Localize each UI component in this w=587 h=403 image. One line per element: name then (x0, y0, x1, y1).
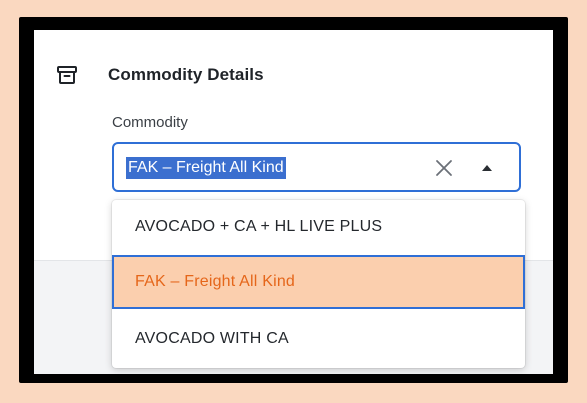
commodity-field-label: Commodity (112, 114, 188, 131)
dropdown-option-fak-freight-all-kind[interactable]: FAK – Freight All Kind (112, 255, 525, 309)
commodity-dropdown-menu: AVOCADO + CA + HL LIVE PLUS FAK – Freigh… (112, 200, 525, 368)
archive-icon (56, 64, 78, 86)
commodity-panel: Commodity Details Commodity FAK – Freigh… (34, 30, 553, 374)
dropdown-option-avocado-ca-hl-live-plus[interactable]: AVOCADO + CA + HL LIVE PLUS (112, 200, 525, 254)
section-header: Commodity Details (56, 58, 264, 92)
section-title: Commodity Details (108, 65, 264, 84)
dropdown-option-avocado-with-ca[interactable]: AVOCADO WITH CA (112, 312, 525, 366)
close-icon[interactable] (432, 156, 456, 180)
commodity-select[interactable]: FAK – Freight All Kind (112, 142, 521, 192)
caret-up-icon[interactable] (476, 158, 498, 178)
commodity-selected-value[interactable]: FAK – Freight All Kind (126, 157, 286, 179)
